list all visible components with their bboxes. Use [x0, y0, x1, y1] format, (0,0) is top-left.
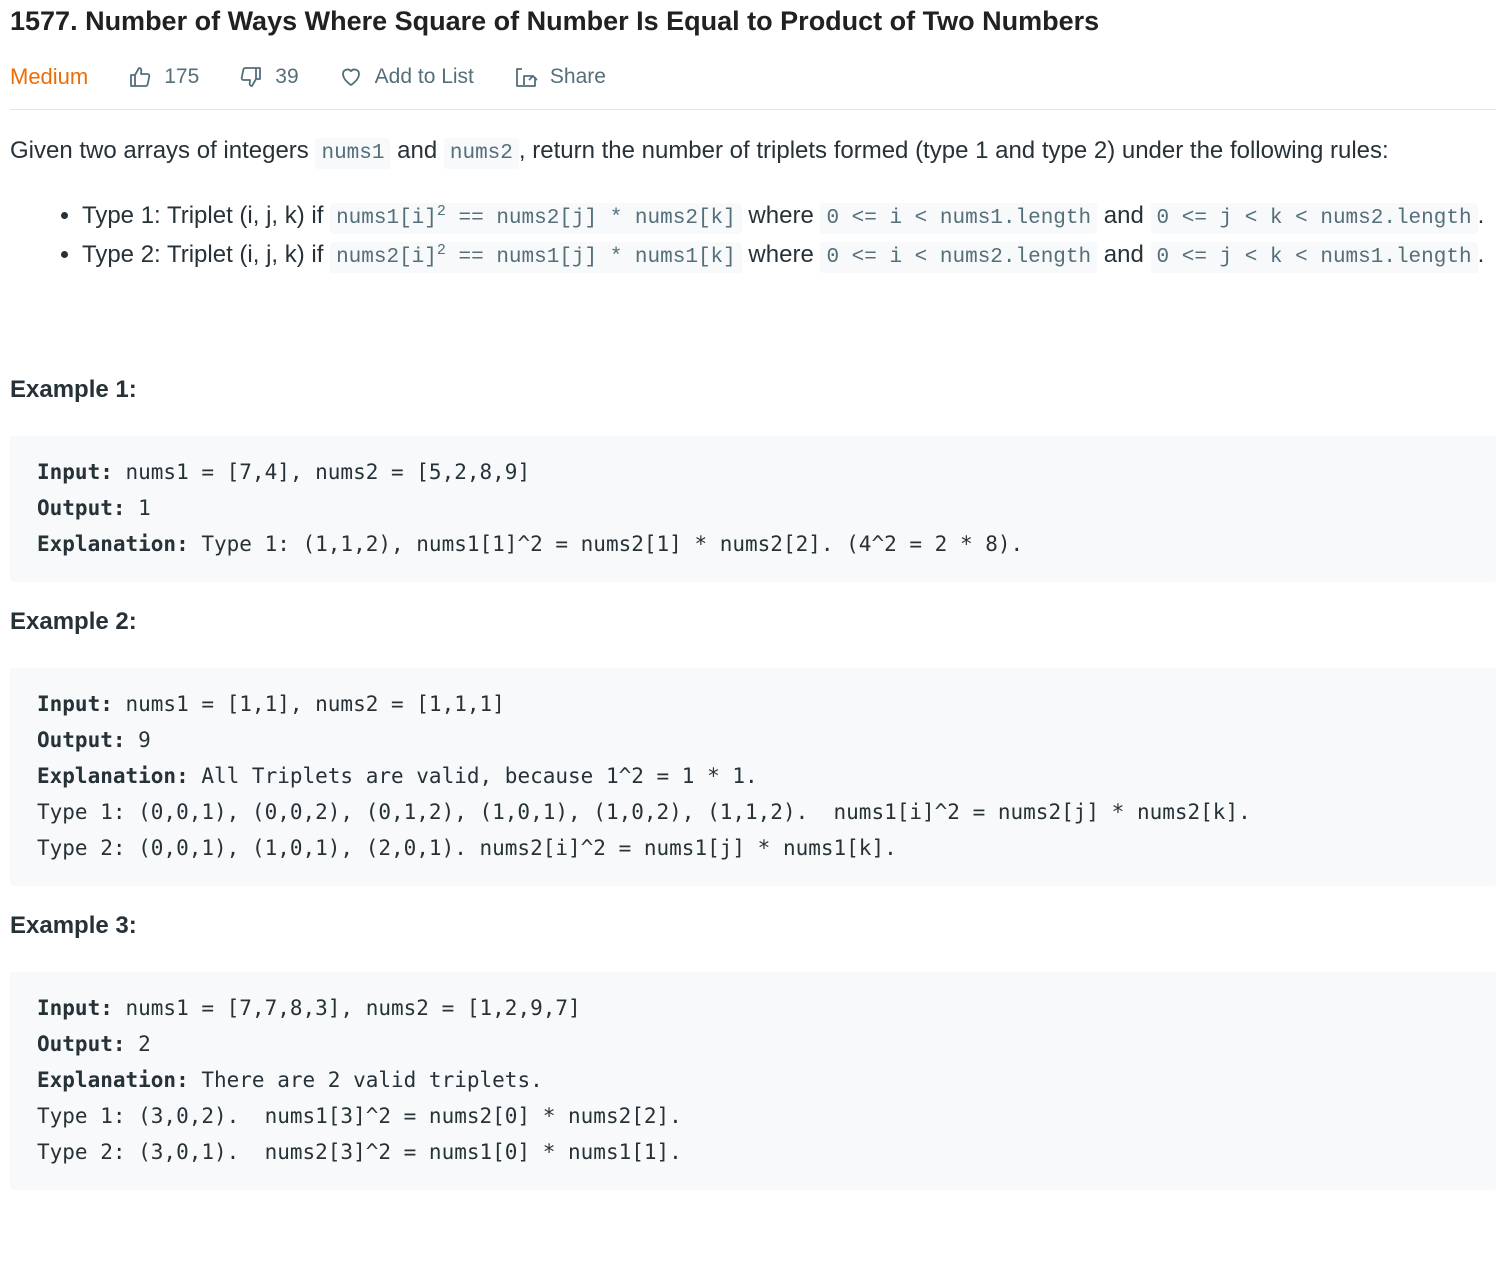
input-value: nums1 = [1,1], nums2 = [1,1,1]: [112, 692, 505, 716]
rule-text: where: [741, 202, 821, 229]
input-label: Input:: [37, 692, 113, 716]
superscript: 2: [436, 203, 446, 220]
superscript: 2: [436, 242, 446, 259]
output-value: 1: [125, 496, 151, 520]
explanation-text: There are 2 valid triplets.: [188, 1068, 543, 1092]
example-2-block: Input: nums1 = [1,1], nums2 = [1,1,1] Ou…: [10, 668, 1496, 886]
example-1-heading: Example 1:: [10, 376, 137, 403]
share-label: Share: [549, 64, 606, 88]
share-icon: [515, 67, 538, 87]
example-1-block: Input: nums1 = [7,4], nums2 = [5,2,8,9] …: [10, 436, 1496, 582]
inline-code: 0 <= i < nums1.length: [820, 203, 1098, 234]
dislike-count: 39: [275, 64, 299, 88]
share-button[interactable]: Share: [514, 65, 606, 89]
rule-item: Type 2: Triplet (i, j, k) if nums2[i]2 =…: [82, 237, 1496, 276]
code-text: nums2[i]: [336, 246, 437, 269]
example-3-heading: Example 3:: [10, 912, 137, 939]
rule-text: where: [741, 241, 821, 268]
example-3-block: Input: nums1 = [7,7,8,3], nums2 = [1,2,9…: [10, 972, 1496, 1190]
explanation-line: Type 2: (3,0,1). nums2[3]^2 = nums1[0] *…: [37, 1140, 682, 1164]
example-2-heading: Example 2:: [10, 608, 137, 635]
code-text: nums1[i]: [336, 207, 437, 230]
explanation-line: Type 1: (0,0,1), (0,0,2), (0,1,2), (1,0,…: [37, 800, 1251, 824]
add-to-list-button[interactable]: Add to List: [339, 65, 474, 89]
output-value: 9: [125, 728, 151, 752]
add-to-list-label: Add to List: [374, 64, 474, 88]
inline-code: 0 <= j < k < nums2.length: [1150, 203, 1478, 234]
inline-code: nums1[i]2 == nums2[j] * nums2[k]: [330, 203, 742, 234]
explanation-line: Type 1: (3,0,2). nums1[3]^2 = nums2[0] *…: [37, 1104, 682, 1128]
inline-code: nums2: [443, 138, 519, 169]
dislike-button[interactable]: 39: [239, 64, 299, 89]
inline-code: 0 <= i < nums2.length: [820, 242, 1098, 273]
difficulty-badge: Medium: [10, 63, 89, 89]
rules-list: Type 1: Triplet (i, j, k) if nums1[i]2 =…: [10, 198, 1496, 276]
explanation-text: All Triplets are valid, because 1^2 = 1 …: [188, 764, 758, 788]
problem-description-panel: 1577. Number of Ways Where Square of Num…: [0, 0, 1496, 1190]
rule-text: Type 1: Triplet (i, j, k) if: [82, 202, 331, 229]
code-text: == nums2[j] * nums2[k]: [445, 207, 736, 230]
output-label: Output:: [37, 496, 126, 520]
explanation-line: Type 2: (0,0,1), (1,0,1), (2,0,1). nums2…: [37, 836, 897, 860]
code-text: == nums1[j] * nums1[k]: [445, 246, 736, 269]
statement-text: and: [390, 137, 444, 164]
explanation-label: Explanation:: [37, 1068, 189, 1092]
like-count: 175: [164, 64, 200, 88]
statement-text: , return the number of triplets formed (…: [518, 137, 1389, 164]
problem-meta-bar: Medium 175 39 Add to List Share: [10, 44, 1496, 110]
explanation-label: Explanation:: [37, 764, 189, 788]
rule-text: Type 2: Triplet (i, j, k) if: [82, 241, 331, 268]
inline-code: nums1: [315, 138, 391, 169]
statement-text: Given two arrays of integers: [10, 137, 316, 164]
output-label: Output:: [37, 1032, 126, 1056]
inline-code: 0 <= j < k < nums1.length: [1150, 242, 1478, 273]
output-value: 2: [125, 1032, 151, 1056]
inline-code: nums2[i]2 == nums1[j] * nums1[k]: [330, 242, 742, 273]
input-value: nums1 = [7,4], nums2 = [5,2,8,9]: [112, 460, 531, 484]
explanation-text: Type 1: (1,1,2), nums1[1]^2 = nums2[1] *…: [188, 532, 1024, 556]
rule-text: .: [1477, 202, 1485, 229]
input-label: Input:: [37, 460, 113, 484]
problem-statement: Given two arrays of integers nums1 and n…: [10, 133, 1496, 172]
output-label: Output:: [37, 728, 126, 752]
problem-title: 1577. Number of Ways Where Square of Num…: [10, 6, 1100, 36]
rule-text: .: [1477, 241, 1485, 268]
explanation-label: Explanation:: [37, 532, 189, 556]
rule-text: and: [1097, 241, 1151, 268]
thumbs-up-icon: [130, 66, 151, 87]
input-label: Input:: [37, 996, 113, 1020]
rule-item: Type 1: Triplet (i, j, k) if nums1[i]2 =…: [82, 198, 1496, 237]
rule-text: and: [1097, 202, 1151, 229]
thumbs-down-icon: [241, 66, 262, 87]
input-value: nums1 = [7,7,8,3], nums2 = [1,2,9,7]: [112, 996, 581, 1020]
like-button[interactable]: 175: [128, 65, 199, 89]
heart-icon: [341, 68, 360, 86]
